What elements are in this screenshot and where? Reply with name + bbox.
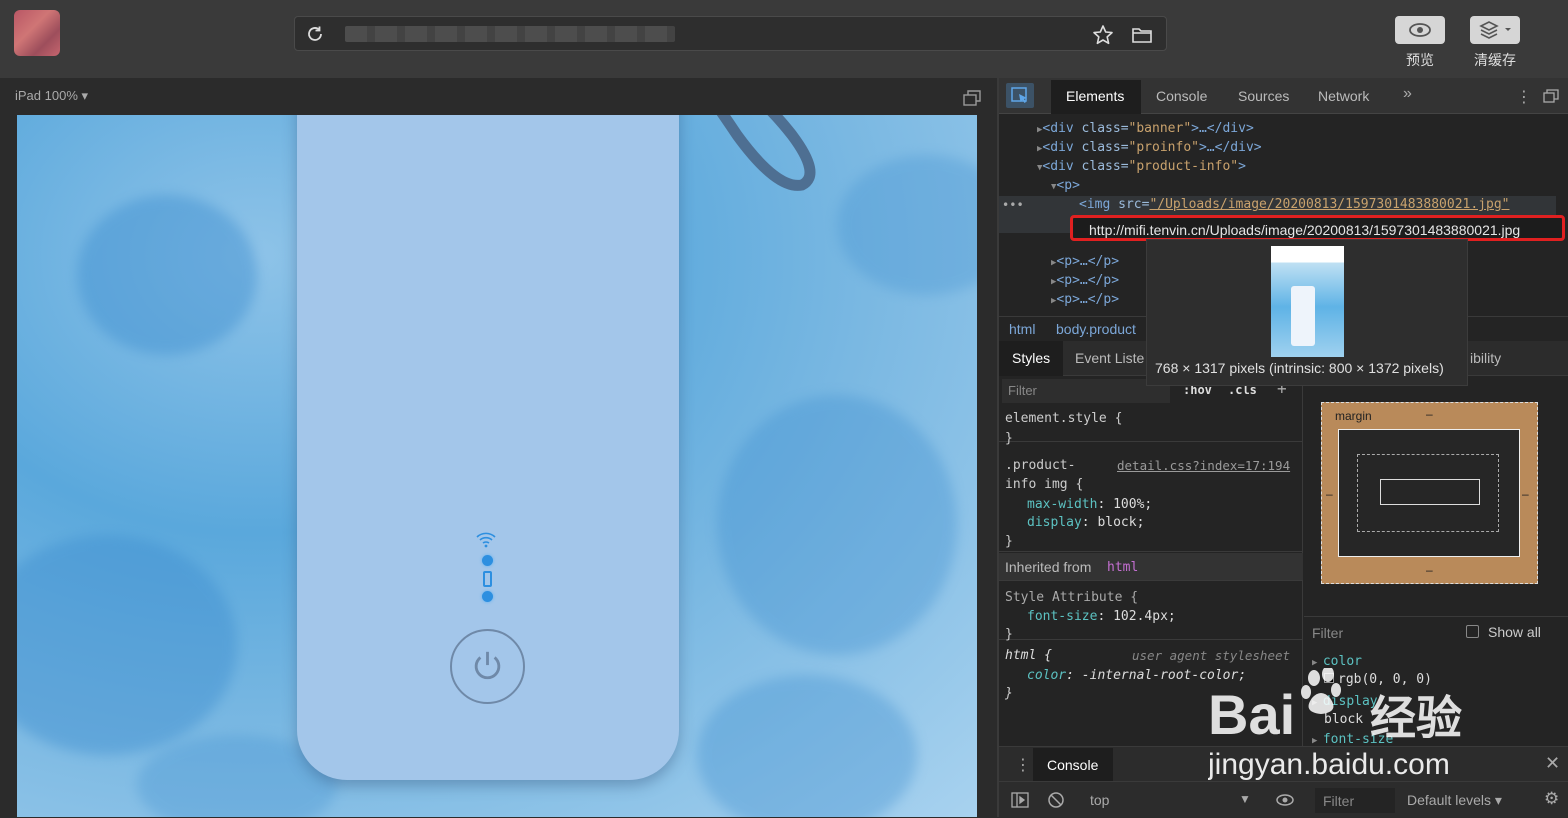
computed-filter-bar: Filter Show all [1304, 616, 1568, 646]
image-dimensions: 768 × 1317 pixels (intrinsic: 800 × 1372… [1155, 360, 1444, 376]
breadcrumb-item-body[interactable]: body.product [1056, 321, 1136, 337]
styles-panel: Filter :hov .cls + element.style { } .pr… [999, 376, 1303, 746]
dom-node-p-collapsed[interactable]: ▶<p>…</p> [1051, 292, 1119, 307]
sidebar-toggle-icon[interactable] [1011, 792, 1029, 808]
preview-header: iPad 100% ▾ [0, 78, 997, 115]
kebab-menu-icon[interactable]: ⋮ [1516, 87, 1532, 107]
devtools-panel: Elements Console Sources Network » ⋮ •••… [997, 78, 1568, 817]
reload-icon[interactable] [305, 24, 325, 44]
box-model-content [1380, 479, 1480, 505]
lanyard-image [716, 115, 816, 191]
detach-window-icon[interactable] [963, 90, 981, 106]
styles-filter-input[interactable]: Filter [1002, 379, 1170, 403]
undock-icon[interactable] [1543, 89, 1559, 103]
eye-icon [1409, 23, 1431, 37]
drawer-tab-console[interactable]: Console [1047, 757, 1098, 773]
stylesheet-link[interactable]: detail.css?index=17:194 [1117, 458, 1290, 473]
wifi-icon [476, 532, 496, 548]
folder-icon[interactable] [1131, 25, 1153, 45]
status-led [482, 555, 493, 566]
computed-panel: margin – – – – Filter Show all ▶ color r… [1304, 376, 1568, 746]
preview-label: 预览 [1406, 52, 1434, 68]
image-preview-tooltip: 768 × 1317 pixels (intrinsic: 800 × 1372… [1146, 239, 1468, 386]
dom-node-p-collapsed[interactable]: ▶<p>…</p> [1051, 273, 1119, 288]
close-drawer-icon[interactable]: ✕ [1545, 753, 1560, 774]
devtools-tabbar: Elements Console Sources Network » ⋮ [999, 78, 1568, 114]
context-select[interactable]: top [1090, 792, 1109, 808]
url-text[interactable] [345, 26, 675, 42]
image-url-text: http://mifi.tenvin.cn/Uploads/image/2020… [1089, 222, 1521, 238]
dom-node-product-info[interactable]: ▼<div class="product-info"> [1037, 159, 1246, 174]
inherited-header: Inherited from html [999, 553, 1303, 581]
computed-list: ▶ color rgb(0, 0, 0) ▶ display block ▶ f… [1304, 652, 1568, 746]
box-model-diagram: margin – – – – [1321, 402, 1538, 584]
log-levels-select[interactable]: Default levels ▾ [1407, 792, 1502, 809]
clear-cache-label: 清缓存 [1474, 52, 1516, 68]
dom-node-proinfo[interactable]: ▶<div class="proinfo">…</div> [1037, 140, 1262, 155]
tab-styles[interactable]: Styles [1012, 350, 1050, 366]
console-toolbar: top ▼ Filter Default levels ▾ ⚙ [999, 781, 1568, 818]
more-tabs-icon[interactable]: » [1403, 85, 1412, 103]
power-button-image [450, 629, 525, 704]
address-bar[interactable] [294, 16, 1167, 51]
star-icon[interactable] [1092, 24, 1114, 46]
tab-console[interactable]: Console [1156, 88, 1207, 104]
row-ellipsis-icon[interactable]: ••• [1002, 198, 1024, 212]
dom-node-img[interactable]: <img src="/Uploads/image/20200813/159730… [1079, 197, 1509, 212]
inspect-element-button[interactable] [1006, 83, 1034, 108]
css-declaration[interactable]: max-width: 100%; [1027, 497, 1152, 512]
tab-sources[interactable]: Sources [1238, 88, 1289, 104]
cursor-select-icon [1011, 87, 1027, 103]
rule-html-ua: html { user agent stylesheet color: -int… [1005, 648, 1291, 701]
clear-cache-button[interactable] [1470, 16, 1520, 44]
computed-item[interactable]: ▶ font-size [1312, 732, 1393, 746]
thumbnail-device [1291, 286, 1315, 346]
box-model-border [1338, 429, 1520, 557]
preview-button[interactable] [1395, 16, 1445, 44]
tab-accessibility[interactable]: ibility [1470, 350, 1501, 366]
box-model-padding [1357, 454, 1499, 532]
image-thumbnail [1271, 246, 1344, 357]
console-filter-input[interactable]: Filter [1315, 788, 1395, 813]
dom-node-banner[interactable]: ▶<div class="banner">…</div> [1037, 121, 1254, 136]
css-declaration[interactable]: font-size: 102.4px; [1027, 609, 1176, 624]
image-url-popup: http://mifi.tenvin.cn/Uploads/image/2020… [1070, 215, 1565, 241]
dom-node-p-collapsed[interactable]: ▶<p>…</p> [1051, 254, 1119, 269]
context-dropdown-icon[interactable]: ▼ [1239, 792, 1251, 806]
clear-console-icon[interactable] [1047, 791, 1065, 809]
computed-item-value: block [1324, 712, 1364, 727]
rule-product-info-img: .product- info img { detail.css?index=17… [999, 454, 1303, 552]
gear-icon[interactable]: ⚙ [1544, 789, 1559, 809]
page-preview [17, 115, 977, 817]
computed-item[interactable]: ▶ color [1312, 654, 1362, 669]
show-all-checkbox[interactable] [1466, 625, 1479, 638]
power-icon [474, 651, 501, 680]
rule-element-style: element.style { } [999, 406, 1303, 446]
device-select[interactable]: iPad 100% ▾ [15, 88, 88, 104]
battery-icon [483, 571, 492, 587]
tab-event-listeners[interactable]: Event Liste [1075, 350, 1144, 366]
layers-icon [1479, 21, 1511, 39]
dom-node-p[interactable]: ▼<p> [1051, 178, 1080, 193]
tab-network[interactable]: Network [1318, 88, 1369, 104]
rule-style-attribute: Style Attribute { font-size: 102.4px; } [999, 582, 1303, 642]
console-drawer: ⋮ Console ✕ top ▼ Filter Default levels … [999, 746, 1568, 817]
app-logo [14, 10, 60, 56]
eye-icon[interactable] [1275, 793, 1295, 807]
computed-item[interactable]: ▶ display [1312, 694, 1378, 709]
color-swatch[interactable] [1324, 673, 1334, 683]
show-all-label: Show all [1488, 624, 1541, 640]
css-declaration: color: -internal-root-color; [1027, 668, 1247, 683]
tab-elements[interactable]: Elements [1066, 88, 1124, 104]
computed-filter-input[interactable]: Filter [1312, 625, 1343, 641]
computed-item-value: rgb(0, 0, 0) [1324, 672, 1432, 687]
breadcrumb-item-html[interactable]: html [1009, 321, 1035, 337]
status-led [482, 591, 493, 602]
css-declaration[interactable]: display: block; [1027, 515, 1144, 530]
drawer-menu-icon[interactable]: ⋮ [1015, 755, 1031, 775]
top-toolbar: 预览 清缓存 [0, 0, 1568, 78]
